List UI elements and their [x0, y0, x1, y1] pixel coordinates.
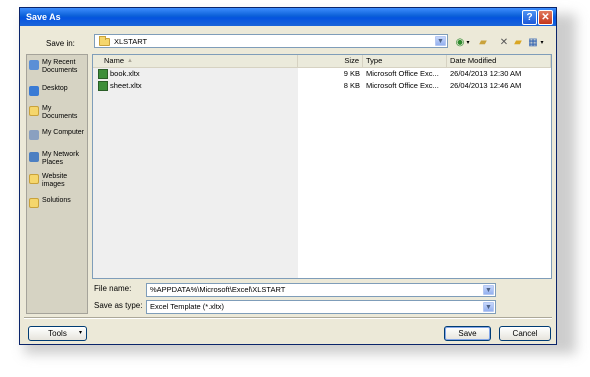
- recent-documents-icon: [29, 60, 39, 70]
- save-in-dropdown[interactable]: XLSTART ▼: [94, 34, 448, 48]
- file-name-label: File name:: [94, 284, 132, 293]
- place-my-documents[interactable]: My Documents: [29, 105, 87, 123]
- chevron-down-icon[interactable]: ▼: [483, 302, 494, 312]
- save-button[interactable]: Save: [444, 326, 491, 341]
- save-as-dialog: Save As ? ✕ Save in: XLSTART ▼ ◉ ▾ ▰ ✕ ▰…: [19, 7, 557, 345]
- name-column-shade: [93, 67, 298, 278]
- file-row[interactable]: book.xltx 9 KB Microsoft Office Exc... 2…: [93, 68, 551, 80]
- views-dropdown-icon[interactable]: ▾: [539, 37, 545, 49]
- my-documents-icon: [29, 106, 39, 116]
- place-my-network-places[interactable]: My Network Places: [29, 151, 87, 169]
- file-name-input[interactable]: %APPDATA%\Microsoft\Excel\XLSTART ▼: [146, 283, 496, 297]
- place-my-computer[interactable]: My Computer: [29, 129, 87, 147]
- close-button[interactable]: ✕: [538, 10, 553, 25]
- file-list[interactable]: Name ▲ Size Type Date Modified book.xltx…: [92, 54, 552, 279]
- desktop-icon: [29, 86, 39, 96]
- save-in-label: Save in:: [46, 39, 75, 48]
- network-places-icon: [29, 152, 39, 162]
- save-in-value: XLSTART: [114, 37, 148, 46]
- sort-ascending-icon: ▲: [127, 58, 133, 64]
- folder-icon: [29, 198, 39, 208]
- window-title: Save As: [26, 12, 61, 22]
- delete-icon[interactable]: ✕: [498, 37, 510, 49]
- file-name-dropdown[interactable]: ▼: [481, 284, 495, 296]
- place-my-recent-documents[interactable]: My Recent Documents: [29, 59, 87, 77]
- column-header-size[interactable]: Size: [298, 55, 363, 67]
- back-dropdown-icon[interactable]: ▾: [465, 37, 471, 49]
- column-header-date[interactable]: Date Modified: [447, 55, 551, 67]
- places-bar: My Recent Documents Desktop My Documents…: [26, 54, 88, 314]
- save-as-type-label: Save as type:: [94, 301, 143, 310]
- place-solutions[interactable]: Solutions: [29, 197, 87, 209]
- save-as-type-dropdown[interactable]: Excel Template (*.xltx) ▼: [146, 300, 496, 314]
- column-header-name[interactable]: Name ▲: [93, 55, 298, 67]
- tools-button[interactable]: Tools ▾: [28, 326, 87, 341]
- folder-icon: [99, 36, 110, 46]
- chevron-down-icon[interactable]: ▼: [435, 36, 446, 46]
- divider: [24, 317, 552, 319]
- column-header: Name ▲ Size Type Date Modified: [93, 55, 551, 68]
- folder-icon: [29, 174, 39, 184]
- place-desktop[interactable]: Desktop: [29, 85, 87, 97]
- file-row[interactable]: sheet.xltx 8 KB Microsoft Office Exc... …: [93, 80, 551, 92]
- new-folder-icon[interactable]: ▰: [512, 37, 524, 49]
- my-computer-icon: [29, 130, 39, 140]
- column-header-type[interactable]: Type: [363, 55, 447, 67]
- up-folder-icon[interactable]: ▰: [477, 37, 489, 49]
- help-button[interactable]: ?: [522, 10, 537, 25]
- cancel-button[interactable]: Cancel: [499, 326, 551, 341]
- chevron-down-icon[interactable]: ▼: [483, 285, 494, 295]
- excel-template-icon: [98, 69, 108, 79]
- save-as-type-arrow[interactable]: ▼: [481, 301, 495, 313]
- title-bar[interactable]: Save As ? ✕: [20, 8, 556, 26]
- excel-template-icon: [98, 81, 108, 91]
- chevron-down-icon: ▾: [78, 330, 82, 336]
- place-website-images[interactable]: Website images: [29, 173, 87, 191]
- views-icon[interactable]: ▦: [527, 37, 539, 49]
